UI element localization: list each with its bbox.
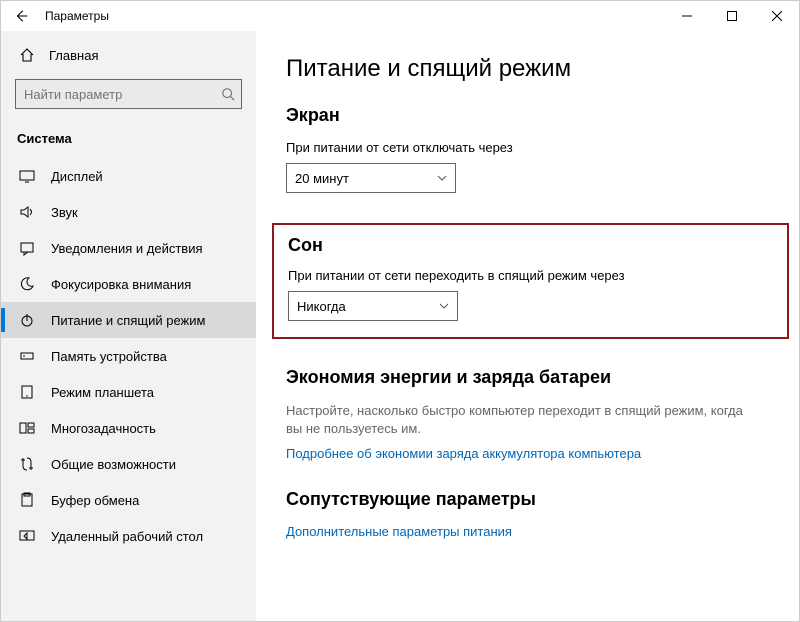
sidebar-item-label: Фокусировка внимания	[51, 277, 191, 292]
sidebar-item-power-sleep[interactable]: Питание и спящий режим	[1, 302, 256, 338]
page-title: Питание и спящий режим	[286, 55, 759, 83]
sidebar-item-label: Буфер обмена	[51, 493, 139, 508]
titlebar: Параметры	[1, 1, 799, 31]
search-input[interactable]	[24, 87, 221, 102]
maximize-icon	[727, 11, 737, 21]
screen-section-title: Экран	[286, 105, 759, 126]
related-section-title: Сопутствующие параметры	[286, 489, 759, 510]
sidebar-item-label: Дисплей	[51, 169, 103, 184]
home-label: Главная	[49, 48, 98, 63]
clipboard-icon	[19, 492, 35, 508]
maximize-button[interactable]	[709, 1, 754, 31]
remote-desktop-icon	[19, 528, 35, 544]
sidebar-item-tablet-mode[interactable]: Режим планшета	[1, 374, 256, 410]
sidebar-nav: Дисплей Звук Уведомления и действия Фоку…	[1, 158, 256, 554]
sleep-label: При питании от сети переходить в спящий …	[288, 268, 773, 283]
search-icon	[221, 87, 235, 101]
battery-section-title: Экономия энергии и заряда батареи	[286, 367, 759, 388]
display-icon	[19, 168, 35, 184]
sleep-dropdown[interactable]: Никогда	[288, 291, 458, 321]
sidebar-item-display[interactable]: Дисплей	[1, 158, 256, 194]
tablet-icon	[19, 384, 35, 400]
sidebar-section-title: Система	[1, 123, 256, 158]
screen-off-value: 20 минут	[295, 171, 349, 186]
notifications-icon	[19, 240, 35, 256]
sidebar-item-shared-experiences[interactable]: Общие возможности	[1, 446, 256, 482]
main-content: Питание и спящий режим Экран При питании…	[256, 31, 799, 621]
chevron-down-icon	[437, 175, 447, 181]
home-button[interactable]: Главная	[1, 39, 256, 71]
power-icon	[19, 312, 35, 328]
additional-power-link[interactable]: Дополнительные параметры питания	[286, 524, 512, 539]
sidebar-item-label: Питание и спящий режим	[51, 313, 205, 328]
back-button[interactable]	[9, 4, 33, 28]
close-icon	[772, 11, 782, 21]
sidebar-item-label: Режим планшета	[51, 385, 154, 400]
storage-icon	[19, 348, 35, 364]
moon-icon	[19, 276, 35, 292]
battery-learn-more-link[interactable]: Подробнее об экономии заряда аккумулятор…	[286, 446, 641, 461]
sleep-highlight-box: Сон При питании от сети переходить в спя…	[272, 223, 789, 339]
multitasking-icon	[19, 420, 35, 436]
shared-icon	[19, 456, 35, 472]
window-title: Параметры	[45, 9, 109, 23]
sleep-section-title: Сон	[288, 235, 773, 256]
chevron-down-icon	[439, 303, 449, 309]
search-input-container[interactable]	[15, 79, 242, 109]
home-icon	[19, 47, 35, 63]
sidebar-item-notifications[interactable]: Уведомления и действия	[1, 230, 256, 266]
sidebar-item-label: Удаленный рабочий стол	[51, 529, 203, 544]
sidebar-item-storage[interactable]: Память устройства	[1, 338, 256, 374]
sidebar-item-focus-assist[interactable]: Фокусировка внимания	[1, 266, 256, 302]
minimize-icon	[682, 11, 692, 21]
screen-off-dropdown[interactable]: 20 минут	[286, 163, 456, 193]
arrow-left-icon	[14, 9, 28, 23]
sidebar-item-clipboard[interactable]: Буфер обмена	[1, 482, 256, 518]
battery-description: Настройте, насколько быстро компьютер пе…	[286, 402, 759, 438]
sleep-value: Никогда	[297, 299, 346, 314]
sidebar-item-sound[interactable]: Звук	[1, 194, 256, 230]
sidebar-item-label: Уведомления и действия	[51, 241, 203, 256]
screen-off-label: При питании от сети отключать через	[286, 140, 759, 155]
minimize-button[interactable]	[664, 1, 709, 31]
sidebar-item-label: Звук	[51, 205, 78, 220]
sidebar: Главная Система Дисплей Звук	[1, 31, 256, 621]
sidebar-item-label: Общие возможности	[51, 457, 176, 472]
sidebar-item-multitasking[interactable]: Многозадачность	[1, 410, 256, 446]
close-button[interactable]	[754, 1, 799, 31]
sidebar-item-label: Многозадачность	[51, 421, 156, 436]
sidebar-item-label: Память устройства	[51, 349, 167, 364]
sound-icon	[19, 204, 35, 220]
sidebar-item-remote-desktop[interactable]: Удаленный рабочий стол	[1, 518, 256, 554]
